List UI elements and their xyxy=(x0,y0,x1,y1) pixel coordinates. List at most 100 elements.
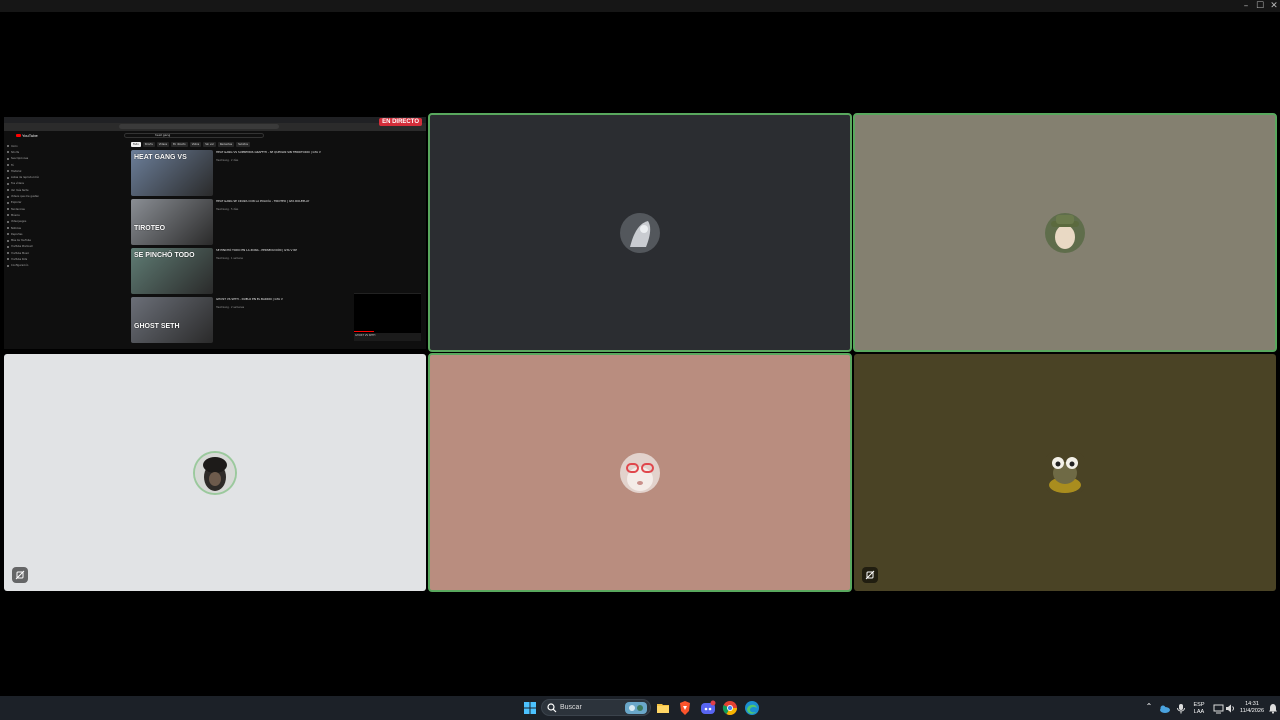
youtube-mini-player: GHOST VS SETH xyxy=(354,293,421,341)
volume-icon[interactable] xyxy=(1225,703,1236,714)
clock-date: 11/4/2026 xyxy=(1239,708,1265,714)
keyboard-layout-code: LAA xyxy=(1193,709,1205,715)
sidebar-item-label: Tus vídeos xyxy=(11,182,24,186)
video-title: SE PINCHÓ TODO EN LA ZONA - PERSECUCIÓN … xyxy=(216,248,297,252)
sidebar-item-label: Shorts xyxy=(11,150,20,154)
youtube-search-input: heat gang xyxy=(124,133,264,138)
sidebar-item-icon xyxy=(7,195,9,198)
search-icon xyxy=(547,703,557,713)
video-title: HEAT GANG VS SUPREMOS GRAFFITI - SE QUED… xyxy=(216,150,321,154)
discord-icon[interactable] xyxy=(700,700,716,716)
sidebar-item-label: YouTube Music xyxy=(11,251,30,255)
clock[interactable]: 14:31 11/4/2026 xyxy=(1239,701,1265,715)
window-titlebar: – ☐ ✕ xyxy=(0,0,1280,12)
sidebar-item-label: Listas de reproducción xyxy=(11,176,40,180)
sidebar-item-icon xyxy=(7,189,9,192)
browser-toolbar xyxy=(4,123,426,131)
youtube-filter-chip: Subidos xyxy=(236,142,250,147)
participant-avatar xyxy=(620,453,660,493)
sidebar-item-label: Ver más tarde xyxy=(11,188,29,192)
video-meta: Heat Gang · 5 días xyxy=(216,208,239,211)
youtube-video-result: GHOST SETH GHOST VS SETH - DUELO EN EL BA… xyxy=(131,297,341,343)
microphone-icon[interactable] xyxy=(1176,703,1186,714)
sidebar-item-label: Más de YouTube xyxy=(11,239,31,243)
sidebar-item-label: YouTube Premium xyxy=(11,245,34,249)
participant-avatar xyxy=(1045,213,1085,253)
sidebar-item-icon xyxy=(7,264,9,267)
close-button[interactable]: ✕ xyxy=(1266,0,1280,12)
video-meta: Heat Gang · 2 semanas xyxy=(216,306,245,309)
muted-icon xyxy=(862,567,878,583)
sidebar-item-label: Tú xyxy=(11,163,14,167)
tray-overflow-icon[interactable]: ⌃ xyxy=(1144,703,1154,711)
youtube-filter-chip: Todo xyxy=(131,142,141,147)
sidebar-item-label: Inicio xyxy=(11,144,18,148)
sidebar-item-icon xyxy=(7,176,9,179)
sidebar-item-icon xyxy=(7,252,9,255)
youtube-video-result: HEAT GANG VS HEAT GANG VS SUPREMOS GRAFFI… xyxy=(131,150,341,196)
sidebar-item-label: Tendencias xyxy=(11,207,25,211)
network-icon[interactable] xyxy=(1213,703,1224,714)
thumbnail-caption: HEAT GANG VS xyxy=(134,154,187,161)
participant-tile-user-2[interactable] xyxy=(428,113,852,352)
sidebar-item-icon xyxy=(7,182,9,185)
file-explorer-icon[interactable] xyxy=(655,700,671,716)
youtube-logo: YouTube xyxy=(16,133,38,138)
video-meta: Heat Gang · 1 semana xyxy=(216,257,243,260)
edge-icon[interactable] xyxy=(744,700,760,716)
sidebar-item-icon xyxy=(7,258,9,261)
keyboard-language[interactable]: ESP LAA xyxy=(1188,702,1210,716)
youtube-header: YouTube heat gang xyxy=(4,131,426,141)
video-thumbnail: HEAT GANG VS xyxy=(131,150,213,196)
participant-avatar xyxy=(620,213,660,253)
sidebar-item-icon xyxy=(7,164,9,167)
sidebar-item-label: Historial xyxy=(11,169,22,173)
search-highlight-icon xyxy=(625,702,647,714)
sidebar-item-icon xyxy=(7,220,9,223)
muted-icon xyxy=(12,567,28,583)
sidebar-item-icon xyxy=(7,145,9,148)
sidebar-item-icon xyxy=(7,151,9,154)
video-title: HEAT GANG SE CRUZA CON LA POLICÍA - TIRO… xyxy=(216,199,310,203)
video-thumbnail: GHOST SETH xyxy=(131,297,213,343)
youtube-filter-chip: Recientes xyxy=(217,142,235,147)
start-menu-icon[interactable] xyxy=(522,700,538,716)
sidebar-item-label: Suscripciones xyxy=(11,157,29,161)
participant-tile-user-4[interactable] xyxy=(4,354,426,591)
sidebar-item-label: Música xyxy=(11,213,20,217)
mini-player-progress xyxy=(354,331,374,332)
youtube-filter-chip: En directo xyxy=(171,142,188,147)
youtube-sidebar-item: Configuración xyxy=(7,263,47,269)
sidebar-item-label: Configuración xyxy=(11,264,29,268)
youtube-filter-chips: Todo Shorts Videos En directo Vistos Sin ver R… xyxy=(131,142,250,147)
sidebar-item-icon xyxy=(7,239,9,242)
taskbar-search[interactable]: Buscar xyxy=(541,699,651,716)
sidebar-item-label: Videojuegos xyxy=(11,220,27,224)
sidebar-item-icon xyxy=(7,170,9,173)
participant-tile-user-5[interactable] xyxy=(428,353,852,592)
participant-tile-user-3[interactable] xyxy=(853,113,1277,352)
sidebar-item-icon xyxy=(7,245,9,248)
youtube-filter-chip: Videos xyxy=(156,142,170,147)
sidebar-item-label: Deportes xyxy=(11,232,23,236)
mini-player-title: GHOST VS SETH xyxy=(354,333,421,341)
youtube-video-result: TIROTEO HEAT GANG SE CRUZA CON LA POLICÍA… xyxy=(131,199,341,245)
chrome-icon[interactable] xyxy=(722,700,738,716)
clock-time: 14:31 xyxy=(1245,701,1259,707)
onedrive-icon[interactable] xyxy=(1159,703,1170,714)
thumbnail-caption: TIROTEO xyxy=(134,225,166,232)
video-title: GHOST VS SETH - DUELO EN EL BARRIO | GTA… xyxy=(216,297,283,301)
youtube-filter-chip: Vistos xyxy=(189,142,202,147)
screen-share-tile[interactable]: YouTube heat gang Inicio Shorts Suscripcio… xyxy=(4,117,426,349)
sidebar-item-icon xyxy=(7,214,9,217)
sidebar-item-icon xyxy=(7,227,9,229)
video-thumbnail: SE PINCHÓ TODO xyxy=(131,248,213,294)
thumbnail-caption: SE PINCHÓ TODO xyxy=(134,252,195,259)
sidebar-item-icon xyxy=(7,157,9,160)
youtube-filter-chip: Shorts xyxy=(142,142,155,147)
brave-browser-icon[interactable] xyxy=(677,700,693,716)
youtube-video-result: SE PINCHÓ TODO SE PINCHÓ TODO EN LA ZONA … xyxy=(131,248,341,294)
notification-bell-icon[interactable] xyxy=(1268,703,1278,714)
thumbnail-caption: GHOST SETH xyxy=(134,323,180,330)
participant-tile-user-6[interactable] xyxy=(854,354,1276,591)
